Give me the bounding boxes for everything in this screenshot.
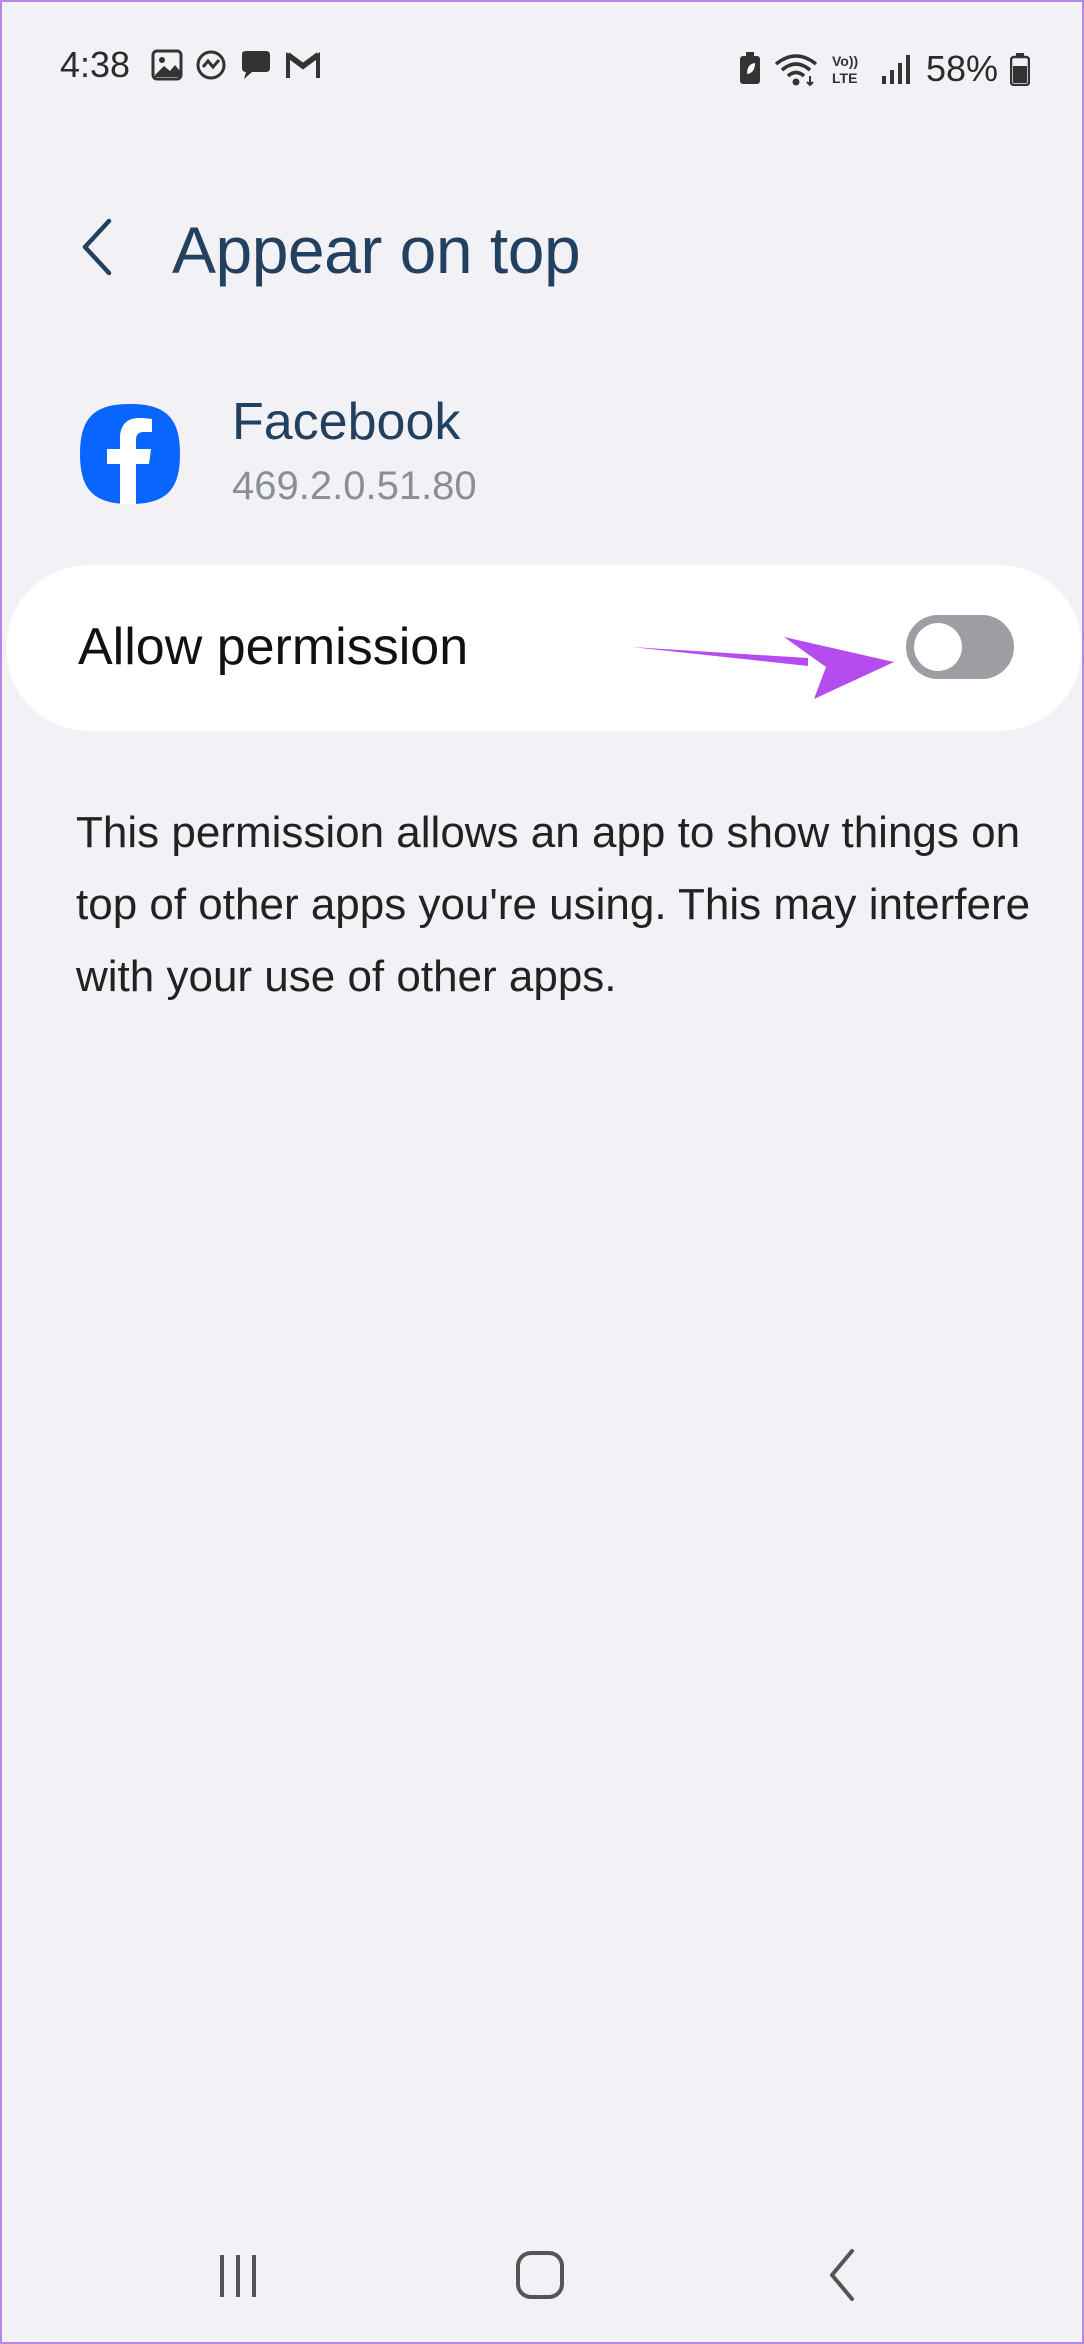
home-button[interactable] bbox=[500, 2242, 580, 2312]
arrow-annotation-icon bbox=[626, 599, 896, 704]
header: Appear on top bbox=[2, 202, 1082, 302]
volte-icon: Vo)) LTE bbox=[830, 52, 868, 86]
back-icon bbox=[822, 2247, 862, 2308]
chevron-left-icon bbox=[77, 217, 117, 282]
navigation-bar bbox=[2, 2212, 1082, 2332]
recents-button[interactable] bbox=[198, 2242, 278, 2312]
gallery-icon bbox=[150, 48, 184, 82]
permission-description: This permission allows an app to show th… bbox=[76, 808, 1031, 1001]
facebook-icon bbox=[78, 402, 182, 506]
page-title: Appear on top bbox=[172, 213, 581, 287]
system-icons: Vo)) LTE 58% bbox=[738, 48, 1030, 90]
nav-back-button[interactable] bbox=[802, 2242, 882, 2312]
signal-icon bbox=[880, 52, 910, 86]
app-info: Facebook 469.2.0.51.80 bbox=[2, 392, 1082, 532]
wifi-icon bbox=[774, 52, 818, 86]
sync-icon bbox=[194, 48, 228, 82]
svg-text:Vo)): Vo)) bbox=[832, 53, 858, 69]
back-button[interactable] bbox=[62, 214, 132, 284]
status-time: 4:38 bbox=[60, 44, 131, 85]
notification-icons bbox=[150, 48, 322, 82]
allow-permission-row[interactable]: Allow permission bbox=[6, 565, 1082, 731]
app-version: 469.2.0.51.80 bbox=[232, 464, 477, 508]
battery-saver-icon bbox=[738, 52, 762, 86]
status-bar: 4:38 Vo)) LTE 58% bbox=[2, 2, 1082, 132]
battery-percentage: 58% bbox=[925, 48, 998, 89]
toggle-knob bbox=[914, 623, 962, 671]
svg-text:LTE: LTE bbox=[832, 70, 857, 86]
home-icon bbox=[514, 2249, 566, 2306]
app-name: Facebook bbox=[232, 393, 461, 451]
recents-icon bbox=[214, 2251, 262, 2304]
permission-label: Allow permission bbox=[78, 618, 469, 676]
gmail-icon bbox=[284, 48, 322, 82]
chat-icon bbox=[238, 48, 274, 82]
battery-icon bbox=[1010, 52, 1030, 86]
allow-permission-toggle[interactable] bbox=[906, 615, 1014, 679]
